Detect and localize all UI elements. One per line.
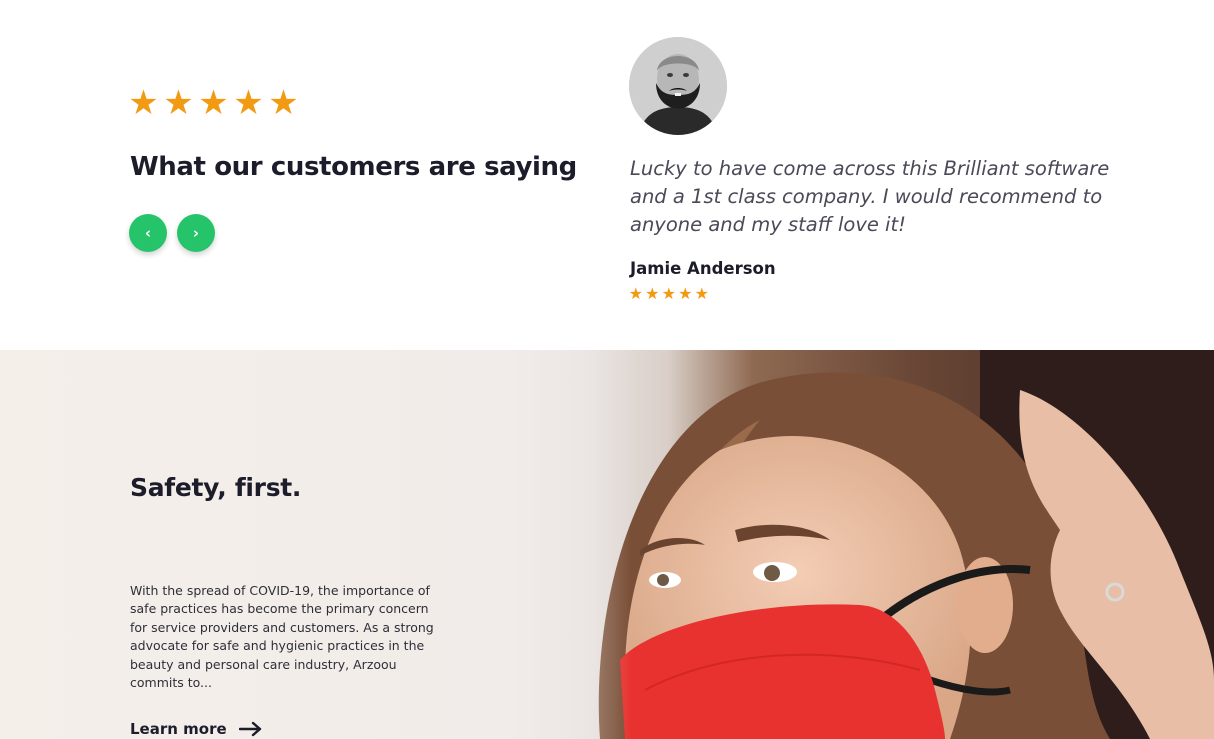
testimonial-quote: Lucky to have come across this Brilliant… bbox=[630, 157, 1110, 236]
safety-title: Safety, first. bbox=[130, 473, 302, 502]
learn-more-link[interactable]: Learn more bbox=[130, 720, 263, 738]
section-rating: ★ ★ ★ ★ ★ bbox=[128, 86, 299, 120]
chevron-right-icon: › bbox=[192, 224, 200, 242]
star-icon: ★ bbox=[661, 284, 676, 303]
safety-description: With the spread of COVID-19, the importa… bbox=[130, 583, 434, 691]
star-icon: ★ bbox=[628, 284, 643, 303]
star-icon: ★ bbox=[645, 284, 660, 303]
star-icon: ★ bbox=[198, 83, 229, 123]
testimonials-section: ★ ★ ★ ★ ★ What our customers are saying … bbox=[0, 0, 1214, 350]
star-icon: ★ bbox=[163, 83, 194, 123]
carousel-next-button[interactable]: › bbox=[177, 214, 215, 252]
star-icon: ★ bbox=[694, 284, 709, 303]
arrow-right-icon bbox=[238, 721, 261, 737]
customer-avatar bbox=[629, 37, 727, 135]
testimonial-author: Jamie Anderson bbox=[630, 259, 776, 278]
learn-more-label: Learn more bbox=[130, 720, 227, 738]
chevron-left-icon: ‹ bbox=[144, 224, 152, 242]
section-heading: What our customers are saying bbox=[130, 152, 577, 182]
carousel-prev-button[interactable]: ‹ bbox=[129, 214, 167, 252]
avatar-image bbox=[629, 37, 727, 135]
star-icon: ★ bbox=[268, 83, 299, 123]
star-icon: ★ bbox=[233, 83, 264, 123]
author-rating: ★ ★ ★ ★ ★ bbox=[628, 286, 710, 302]
safety-hero-section: Safety, first. With the spread of COVID-… bbox=[0, 350, 1214, 739]
star-icon: ★ bbox=[128, 83, 159, 123]
star-icon: ★ bbox=[678, 284, 693, 303]
